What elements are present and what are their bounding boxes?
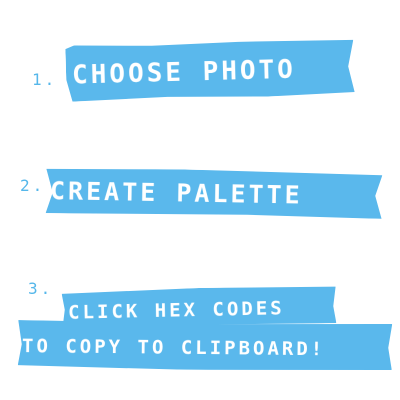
step-label-copy-to-clipboard: TO COPY TO CLIPBOARD!	[18, 320, 392, 372]
step-number: 3.	[28, 279, 54, 298]
step-label-choose-photo[interactable]: CHOOSE PHOTO	[65, 38, 354, 102]
step-number: 1.	[32, 70, 58, 89]
step-number: 2.	[20, 176, 46, 195]
step-label-create-palette[interactable]: CREATE PALETTE	[46, 167, 383, 219]
